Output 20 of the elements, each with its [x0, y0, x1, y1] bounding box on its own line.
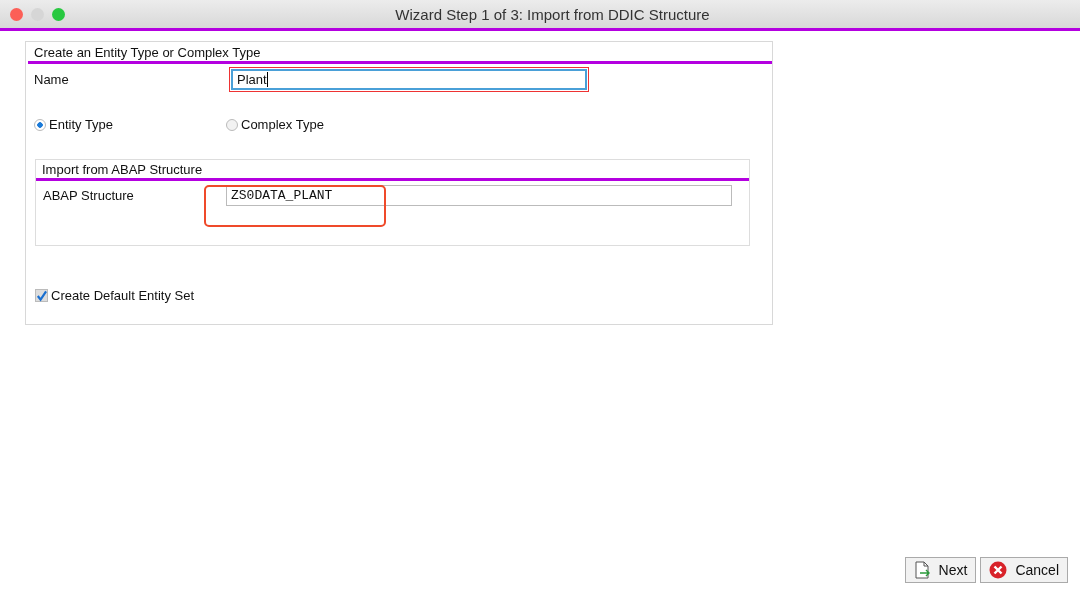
cancel-button[interactable]: Cancel: [980, 557, 1068, 583]
zoom-button[interactable]: [52, 7, 65, 21]
radio-button[interactable]: Entity Type: [34, 117, 226, 132]
checkbox-icon[interactable]: [35, 289, 48, 302]
next-button[interactable]: Next: [904, 557, 977, 583]
close-button[interactable]: [10, 7, 23, 21]
checkbox[interactable]: Create Default Entity Set: [35, 288, 772, 303]
radio-circle-icon[interactable]: [34, 118, 46, 131]
document-arrow-icon: [913, 561, 931, 579]
radio-button[interactable]: Complex Type: [226, 117, 418, 132]
group-title: Create an Entity Type or Complex Type: [28, 43, 772, 64]
name-field[interactable]: Plant: [231, 69, 587, 90]
close-icon: [989, 561, 1008, 579]
group-title: Import from ABAP Structure: [36, 160, 749, 181]
field-label: ABAP Structure: [42, 188, 135, 203]
field-label: Name: [33, 72, 70, 87]
structure-field[interactable]: ZS0DATA_PLANT: [226, 185, 732, 206]
checkmark-icon: [36, 289, 47, 302]
window-title: Wizard Step 1 of 3: Import from DDIC Structure: [394, 5, 711, 23]
radio-circle-icon[interactable]: [226, 118, 238, 131]
